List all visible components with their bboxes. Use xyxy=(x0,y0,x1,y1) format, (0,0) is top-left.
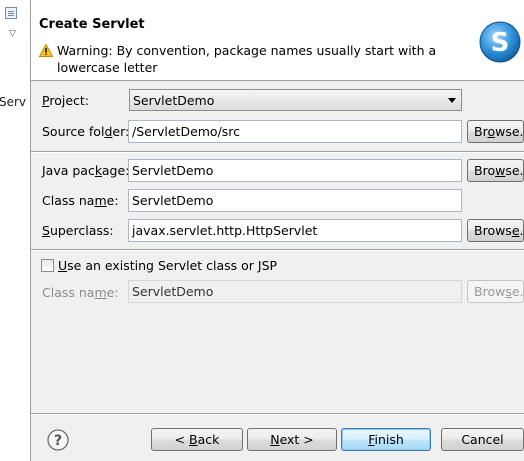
class-name-input[interactable]: ServletDemo xyxy=(128,189,462,212)
use-existing-servlet-checkbox[interactable] xyxy=(41,259,54,272)
warning-message: Warning: By convention, package names us… xyxy=(57,43,437,75)
help-icon[interactable]: ? xyxy=(47,429,69,451)
dropdown-arrow-icon xyxy=(448,98,456,103)
java-package-browse-button[interactable]: Browse... xyxy=(467,159,524,182)
use-existing-servlet-label[interactable]: Use an existing Servlet class or JSP xyxy=(58,258,277,273)
separator xyxy=(31,151,524,153)
project-select[interactable]: ServletDemo xyxy=(129,89,462,111)
dialog-banner: Create Servlet Warning: By convention, p… xyxy=(31,0,524,81)
create-servlet-dialog: Create Servlet Warning: By convention, p… xyxy=(31,0,524,461)
svg-text:?: ? xyxy=(54,433,62,449)
separator xyxy=(31,413,524,415)
source-folder-label: Source folder: xyxy=(42,124,130,139)
background-editor-strip: ▽ Serv xyxy=(0,0,31,461)
next-button[interactable]: Next > xyxy=(247,428,337,451)
source-folder-browse-button[interactable]: Browse... xyxy=(467,120,524,143)
java-package-label: Java package: xyxy=(42,163,130,178)
separator xyxy=(31,249,524,251)
existing-class-name-label: Class name: xyxy=(42,285,119,300)
superclass-label: Superclass: xyxy=(42,223,114,238)
warning-icon xyxy=(39,44,53,57)
finish-button[interactable]: Finish xyxy=(341,428,431,451)
existing-class-browse-button: Browse... xyxy=(467,280,524,303)
class-name-label: Class name: xyxy=(42,193,119,208)
project-select-value: ServletDemo xyxy=(133,93,215,108)
superclass-browse-button[interactable]: Browse... xyxy=(467,219,524,242)
existing-class-name-input: ServletDemo xyxy=(128,280,462,303)
back-button[interactable]: < Back xyxy=(151,428,243,451)
background-tree-label: Serv xyxy=(0,95,27,109)
java-package-input[interactable]: ServletDemo xyxy=(128,159,462,182)
source-folder-input[interactable]: /ServletDemo/src xyxy=(128,120,462,143)
servlet-wizard-logo-icon: S xyxy=(479,21,521,63)
superclass-input[interactable]: javax.servlet.http.HttpServlet xyxy=(128,219,462,242)
document-icon xyxy=(5,7,17,19)
chevron-down-icon[interactable]: ▽ xyxy=(9,30,16,39)
dialog-title: Create Servlet xyxy=(39,17,145,32)
logo-letter: S xyxy=(491,28,510,58)
project-label: Project: xyxy=(42,93,89,108)
cancel-button[interactable]: Cancel xyxy=(441,428,524,451)
